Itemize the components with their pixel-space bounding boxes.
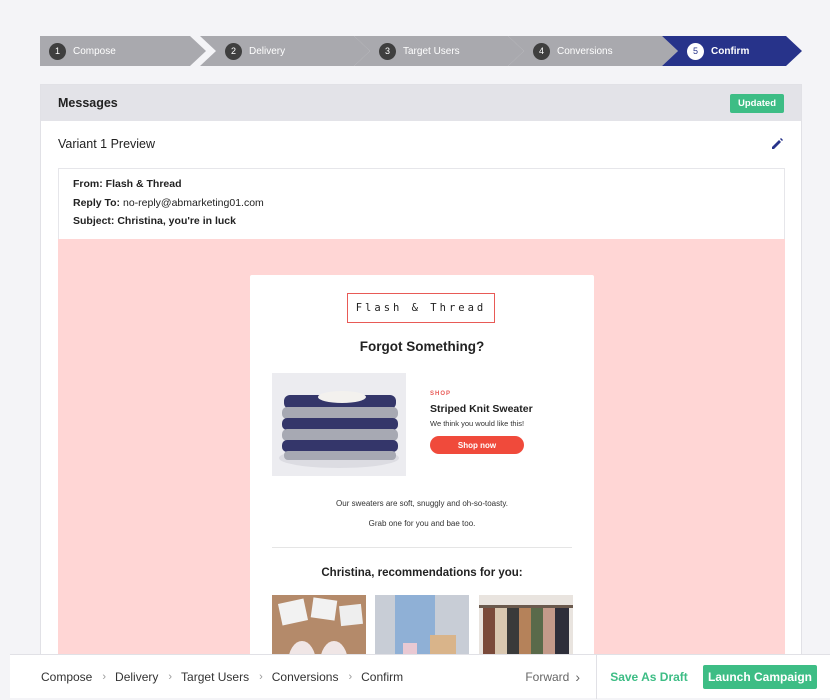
reply-line: Reply To: no-reply@abmarketing01.com (73, 197, 770, 216)
from-value: Flash & Thread (105, 178, 182, 190)
crumb-label: Compose (41, 669, 93, 684)
reply-label: Reply To: (73, 196, 121, 209)
recommendations-title: Christina, recommendations for you: (321, 567, 523, 579)
sweater-image (272, 373, 406, 476)
status-badge: Updated (730, 93, 784, 113)
variant-row: Variant 1 Preview (41, 121, 801, 167)
step-delivery[interactable]: 2 Delivery (200, 36, 372, 66)
subject-label: Subject: (73, 215, 115, 227)
bottom-navigation: Compose › Delivery › Target Users › Conv… (10, 654, 830, 699)
variant-title: Variant 1 Preview (58, 137, 156, 151)
product-subtitle: We think you would like this! (430, 419, 525, 428)
subject-line: Subject: Christina, you're in luck (73, 215, 770, 234)
shop-now-button[interactable]: Shop now (430, 436, 524, 454)
step-label: Conversions (557, 45, 613, 57)
from-label: From: (73, 178, 103, 190)
crumb-label: Delivery (115, 669, 159, 684)
forward-label: Forward (525, 669, 570, 684)
product-name: Striped Knit Sweater (430, 403, 533, 415)
step-number: 4 (533, 42, 550, 60)
chevron-right-icon: › (575, 668, 580, 685)
crumb-label: Target Users (181, 669, 250, 684)
chevron-right-icon: › (168, 670, 173, 683)
step-label: Compose (73, 45, 116, 57)
from-line: From: Flash & Thread (73, 178, 770, 197)
crumb-label: Confirm (361, 669, 404, 684)
launch-campaign-button[interactable]: Launch Campaign (703, 664, 817, 689)
crumb-confirm[interactable]: Confirm (361, 670, 403, 684)
crumb-delivery[interactable]: Delivery (115, 670, 158, 684)
product-info: SHOP Striped Knit Sweater We think you w… (430, 391, 580, 454)
email-preview-background: Flash & Thread Forgot Something? SHOP St… (58, 239, 785, 673)
chevron-right-icon: › (348, 670, 353, 683)
body-text-line-1: Our sweaters are soft, snuggly and oh-so… (336, 499, 508, 508)
step-label: Confirm (711, 45, 750, 57)
crumb-label: Conversions (271, 669, 339, 684)
body-text-line-2: Grab one for you and bae too. (368, 519, 476, 528)
step-number: 3 (379, 42, 396, 60)
step-number: 1 (49, 42, 66, 60)
step-compose[interactable]: 1 Compose (40, 36, 206, 66)
pencil-icon[interactable] (770, 137, 784, 151)
step-target-users[interactable]: 3 Target Users (354, 36, 526, 66)
panel-title: Messages (58, 96, 118, 110)
forward-button[interactable]: Forward › (525, 669, 580, 685)
email-headline: Forgot Something? (359, 339, 485, 354)
subject-value: Christina, you're in luck (117, 215, 236, 227)
messages-panel: Messages Updated Variant 1 Preview From:… (40, 84, 802, 674)
step-conversions[interactable]: 4 Conversions (508, 36, 680, 66)
save-as-draft-button[interactable]: Save As Draft (597, 670, 701, 684)
email-card: Flash & Thread Forgot Something? SHOP St… (250, 275, 594, 673)
step-number: 2 (225, 42, 242, 60)
brand-logo: Flash & Thread (347, 293, 495, 323)
reply-value: no-reply@abmarketing01.com (122, 196, 264, 209)
step-confirm[interactable]: 5 Confirm (662, 36, 802, 66)
step-label: Target Users (403, 45, 460, 57)
progress-stepper: 1 Compose 2 Delivery 3 Target Users 4 Co… (40, 36, 802, 66)
chevron-right-icon: › (259, 670, 263, 683)
step-number: 5 (687, 42, 704, 60)
email-headers: From: Flash & Thread Reply To: no-reply@… (58, 168, 785, 240)
crumb-conversions[interactable]: Conversions (272, 670, 339, 684)
breadcrumb: Compose › Delivery › Target Users › Conv… (10, 655, 596, 699)
divider (272, 547, 572, 548)
crumb-target-users[interactable]: Target Users (181, 670, 249, 684)
panel-header: Messages Updated (41, 85, 801, 121)
product-image (272, 373, 406, 476)
chevron-right-icon: › (102, 670, 107, 683)
step-label: Delivery (249, 45, 286, 57)
crumb-compose[interactable]: Compose (41, 670, 92, 684)
shop-tag: SHOP (430, 391, 452, 397)
